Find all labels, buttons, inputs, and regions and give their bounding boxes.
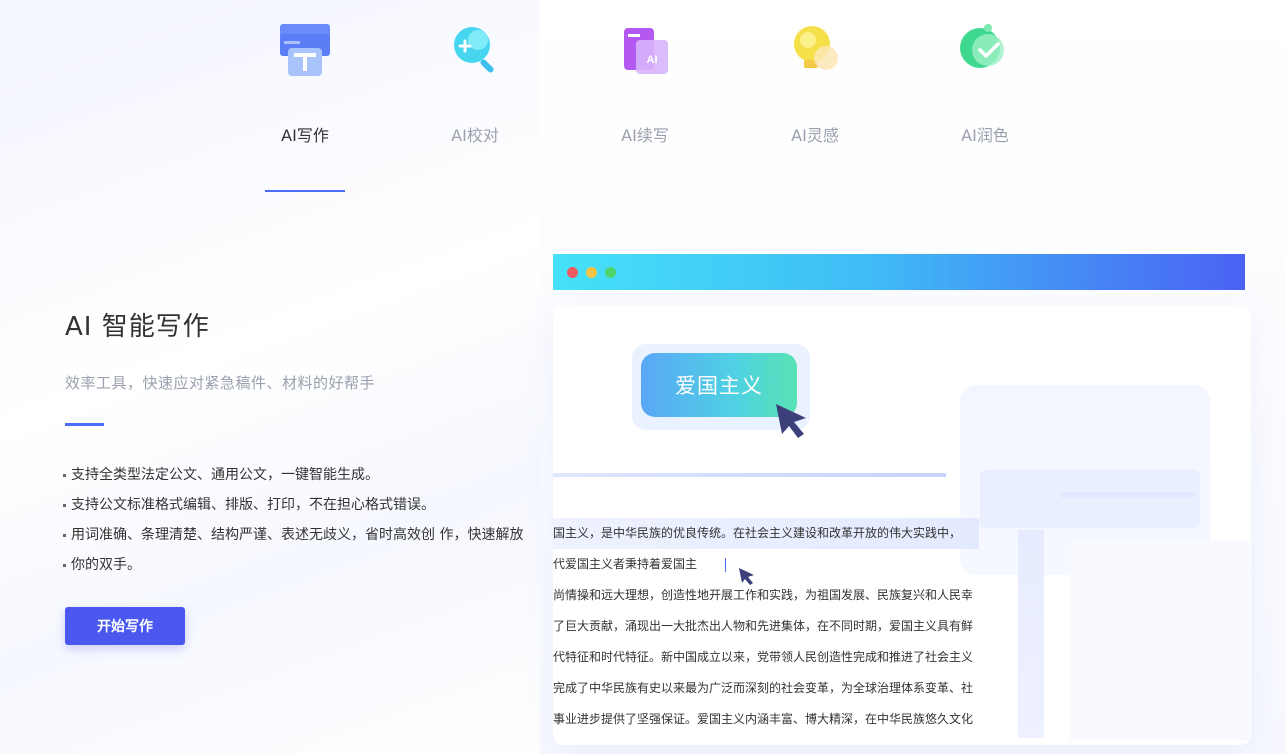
tab-label: AI写作 — [281, 126, 329, 145]
active-tab-underline — [265, 190, 345, 192]
highlight-bar — [553, 473, 946, 477]
mockup-window-bar — [553, 254, 1245, 290]
decorative-block — [1070, 540, 1250, 740]
feature-item: 支持全类型法定公文、通用公文，一键智能生成。 — [62, 460, 532, 490]
tab-label: AI校对 — [451, 126, 499, 145]
decorative-block — [980, 470, 1200, 528]
ai-inspiration-icon — [794, 26, 838, 70]
document-line: 国主义，是中华民族的优良传统。在社会主义建设和改革开放的伟大实践中， — [553, 518, 979, 549]
ai-write-icon — [280, 24, 330, 76]
feature-item: 用词准确、条理清楚、结构严谨、表述无歧义，省时高效创 作，快速解放 — [62, 520, 532, 550]
document-line: 代爱国主义者秉持着爱国主 — [553, 557, 698, 571]
tab-ai-continue[interactable]: AI AI续写 — [575, 0, 715, 195]
document-line: 尚情操和远大理想，创造性地开展工作和实践，为祖国发展、民族复兴和人民幸 — [553, 588, 974, 602]
title-accent-bar — [65, 423, 104, 426]
decorative-column — [1018, 530, 1044, 738]
tab-ai-write[interactable]: AI写作 — [235, 0, 375, 195]
ai-proofread-icon — [454, 27, 494, 73]
text-caret — [725, 557, 727, 572]
ai-continue-icon: AI — [624, 28, 668, 74]
document-line: 代特征和时代特征。新中国成立以来，党带领人民创造性完成和推进了社会主义 — [553, 650, 974, 664]
page-subtitle: 效率工具，快速应对紧急稿件、材料的好帮手 — [65, 374, 376, 392]
document-line-with-caret: 代爱国主义者秉持着爱国主 — [553, 549, 983, 580]
feature-tabs: AI写作 AI校对 AI AI续写 AI灵感 AI润色 — [0, 0, 1286, 200]
ai-polish-icon — [960, 24, 1004, 68]
decorative-line — [1060, 492, 1195, 498]
feature-item: 支持公文标准格式编辑、排版、打印，不在担心格式错误。 — [62, 490, 532, 520]
window-minimize-dot — [586, 267, 597, 278]
document-text: 国主义，是中华民族的优良传统。在社会主义建设和改革开放的伟大实践中， 代爱国主义… — [553, 518, 983, 735]
svg-text:AI: AI — [647, 54, 658, 66]
tab-label: AI灵感 — [791, 126, 839, 145]
document-line: 事业进步提供了坚强保证。爱国主义内涵丰富、博大精深，在中华民族悠久文化 — [553, 712, 974, 726]
tab-label: AI润色 — [961, 126, 1009, 145]
feature-item-continuation: 你的双手。 — [62, 550, 532, 580]
document-line: 完成了中华民族有史以来最为广泛而深刻的社会变革，为全球治理体系变革、社 — [553, 681, 974, 695]
tab-ai-polish[interactable]: AI润色 — [915, 0, 1055, 195]
text-pointer-icon — [739, 568, 754, 585]
window-close-dot — [567, 267, 578, 278]
start-writing-button[interactable]: 开始写作 — [65, 607, 185, 645]
mouse-pointer-icon — [776, 404, 806, 438]
page-title: AI 智能写作 — [65, 312, 210, 342]
tab-label: AI续写 — [621, 126, 669, 145]
tab-ai-inspiration[interactable]: AI灵感 — [745, 0, 885, 195]
tab-ai-proofread[interactable]: AI校对 — [405, 0, 545, 195]
feature-list: 支持全类型法定公文、通用公文，一键智能生成。 支持公文标准格式编辑、排版、打印，… — [62, 460, 532, 580]
document-line: 了巨大贡献，涌现出一大批杰出人物和先进集体，在不同时期，爱国主义具有鲜 — [553, 619, 974, 633]
window-maximize-dot — [605, 267, 616, 278]
